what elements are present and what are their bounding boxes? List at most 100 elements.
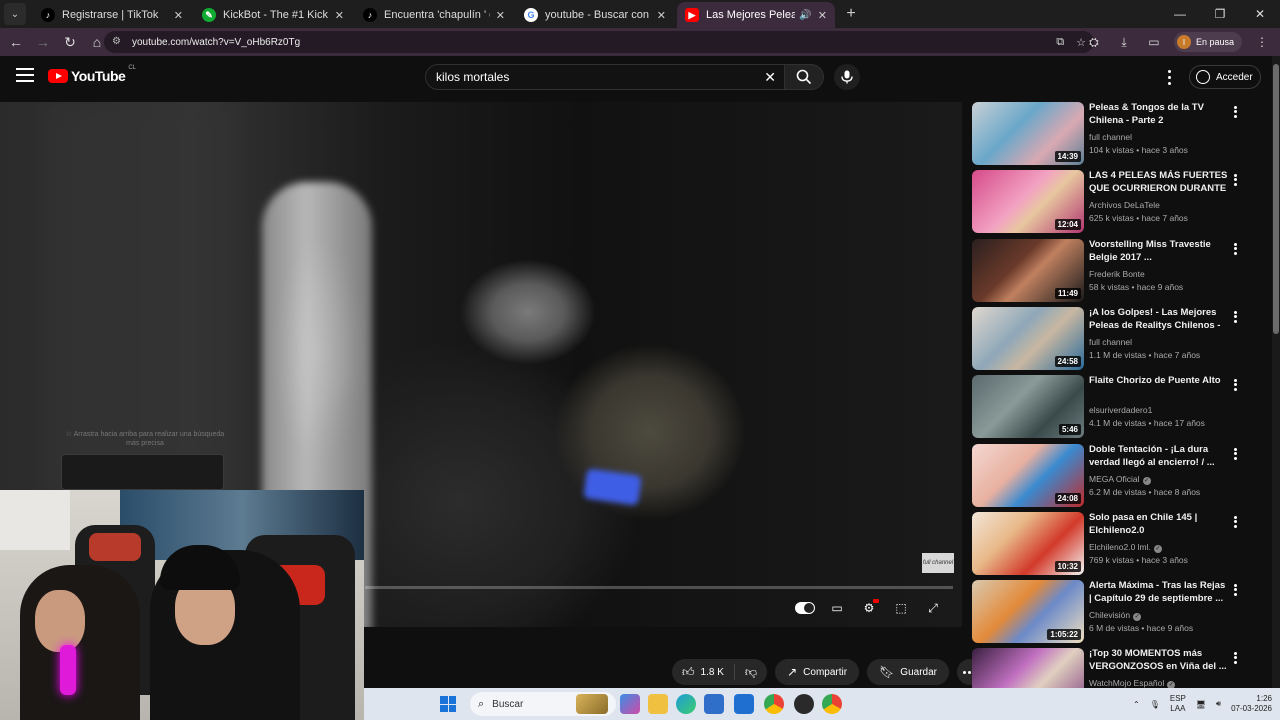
minimize-icon[interactable]: — bbox=[1160, 0, 1200, 28]
video-thumbnail[interactable] bbox=[972, 648, 1084, 690]
close-icon[interactable]: ✕ bbox=[818, 9, 827, 22]
video-title[interactable]: ¡A los Golpes! - Las Mejores Peleas de R… bbox=[1089, 307, 1229, 334]
share-button[interactable]: ↗ Compartir bbox=[775, 659, 860, 685]
cast-icon[interactable]: ⧉ bbox=[1056, 36, 1064, 49]
tab-2[interactable]: ♪ Encuentra 'chapulín ' en TikTok ✕ bbox=[355, 2, 513, 28]
close-icon[interactable]: ✕ bbox=[657, 9, 666, 22]
language-indicator[interactable]: ESP LAA bbox=[1170, 694, 1186, 713]
video-thumbnail[interactable]: 5:46 bbox=[972, 375, 1084, 438]
signin-button[interactable]: Acceder bbox=[1189, 65, 1261, 89]
more-options-icon[interactable] bbox=[1231, 242, 1239, 256]
channel-name[interactable]: full channel bbox=[1089, 337, 1132, 347]
recommendation-item[interactable]: 1:05:22 Alerta Máxima - Tras las Rejas | … bbox=[972, 580, 1262, 644]
video-title[interactable]: Alerta Máxima - Tras las Rejas | Capítul… bbox=[1089, 580, 1229, 606]
back-icon[interactable]: ← bbox=[4, 30, 28, 54]
volume-icon[interactable]: 🔊︎ bbox=[1216, 699, 1221, 709]
video-title[interactable]: ¡Top 30 MOMENTOS más VERGONZOSOS en Viña… bbox=[1089, 648, 1229, 674]
tab-1[interactable]: ✎ KickBot - The #1 Kick Bot for Cl ✕ bbox=[194, 2, 352, 28]
recommendation-item[interactable]: 12:04 LAS 4 PELEAS MÁS FUERTES QUE OCURRI… bbox=[972, 170, 1262, 234]
tab-4[interactable]: ▶ Las Mejores Peleas & Tongo 🔊 ✕ bbox=[677, 2, 835, 28]
chevron-up-icon[interactable]: ⌃ bbox=[1133, 700, 1140, 709]
recommendation-item[interactable]: 11:49 Voorstelling Miss Travestie Belgie … bbox=[972, 239, 1262, 303]
close-icon[interactable]: ✕ bbox=[335, 9, 344, 22]
fullscreen-icon[interactable]: ⤢ bbox=[923, 599, 943, 617]
recommendation-item[interactable]: 24:58 ¡A los Golpes! - Las Mejores Peleas… bbox=[972, 307, 1262, 371]
channel-name[interactable]: Frederik Bonte bbox=[1089, 269, 1145, 279]
theater-mode-icon[interactable]: ⬚ bbox=[891, 599, 911, 617]
recommendation-item[interactable]: 10:32 Solo pasa en Chile 145 | Elchileno2… bbox=[972, 512, 1262, 576]
video-thumbnail[interactable]: 10:32 bbox=[972, 512, 1084, 575]
progress-bar[interactable] bbox=[365, 586, 953, 589]
address-bar[interactable]: ⚙ youtube.com/watch?v=V_oHb6Rz0Tg ⧉ ☆ bbox=[104, 31, 1094, 53]
recommendation-item[interactable]: 24:08 Doble Tentación - ¡La dura verdad l… bbox=[972, 444, 1262, 508]
chrome-icon[interactable] bbox=[764, 694, 784, 714]
channel-name[interactable]: Chilevisión ✓ bbox=[1089, 610, 1142, 621]
more-options-icon[interactable] bbox=[1231, 173, 1239, 187]
video-title[interactable]: Peleas & Tongos de la TV Chilena - Parte… bbox=[1089, 102, 1229, 128]
subtitles-icon[interactable]: ▭ bbox=[827, 599, 847, 617]
channel-name[interactable]: Elchileno2.0 lml. ✓ bbox=[1089, 542, 1162, 553]
edge-icon[interactable] bbox=[676, 694, 696, 714]
copilot-icon[interactable] bbox=[620, 694, 640, 714]
new-tab-button[interactable]: + bbox=[839, 2, 863, 26]
recommendation-item[interactable]: 5:46 Flaite Chorizo de Puente Alto elsuriv… bbox=[972, 375, 1262, 439]
speaker-icon[interactable]: 🔊 bbox=[799, 10, 811, 21]
voice-search-button[interactable] bbox=[834, 64, 860, 90]
video-thumbnail[interactable]: 1:05:22 bbox=[972, 580, 1084, 643]
network-icon[interactable]: 🖥︎ bbox=[1196, 700, 1206, 709]
video-thumbnail[interactable]: 24:08 bbox=[972, 444, 1084, 507]
settings-more-icon[interactable] bbox=[1162, 68, 1176, 86]
search-input[interactable]: kilos mortales ✕ bbox=[425, 64, 785, 90]
chrome-profile-icon[interactable] bbox=[822, 694, 842, 714]
extensions-icon[interactable]: ⛭ bbox=[1084, 31, 1104, 53]
obs-icon[interactable] bbox=[794, 694, 814, 714]
forward-icon[interactable]: → bbox=[31, 30, 55, 54]
channel-name[interactable]: full channel bbox=[1089, 132, 1132, 142]
autoplay-toggle[interactable] bbox=[795, 599, 815, 617]
video-title[interactable]: Flaite Chorizo de Puente Alto bbox=[1089, 375, 1229, 388]
recommendation-item[interactable]: 14:39 Peleas & Tongos de la TV Chilena - … bbox=[972, 102, 1262, 166]
recommendation-item[interactable]: ¡Top 30 MOMENTOS más VERGONZOSOS en Viña… bbox=[972, 648, 1262, 690]
channel-name[interactable]: Archivos DeLaTele bbox=[1089, 200, 1160, 210]
more-options-icon[interactable] bbox=[1231, 310, 1239, 324]
dislike-button[interactable]: 👎︎ bbox=[735, 665, 767, 680]
tab-3[interactable]: G youtube - Buscar con Google ✕ bbox=[516, 2, 674, 28]
more-options-icon[interactable] bbox=[1231, 515, 1239, 529]
close-icon[interactable]: ✕ bbox=[496, 9, 505, 22]
video-thumbnail[interactable]: 11:49 bbox=[972, 239, 1084, 302]
page-scrollbar[interactable] bbox=[1272, 56, 1280, 688]
more-options-icon[interactable] bbox=[1231, 378, 1239, 392]
close-icon[interactable]: ✕ bbox=[174, 9, 183, 22]
video-title[interactable]: Solo pasa en Chile 145 | Elchileno2.0 bbox=[1089, 512, 1229, 538]
restore-icon[interactable]: ❐ bbox=[1200, 0, 1240, 28]
like-button[interactable]: 👍︎ 1.8 K bbox=[672, 664, 735, 680]
channel-name[interactable]: MEGA Oficial ✓ bbox=[1089, 474, 1151, 485]
more-options-icon[interactable] bbox=[1231, 105, 1239, 119]
video-thumbnail[interactable]: 12:04 bbox=[972, 170, 1084, 233]
search-button[interactable] bbox=[784, 64, 824, 90]
hamburger-menu-icon[interactable] bbox=[16, 68, 34, 82]
save-button[interactable]: 🔖︎ Guardar bbox=[867, 659, 949, 685]
close-window-icon[interactable]: ✕ bbox=[1240, 0, 1280, 28]
download-icon[interactable]: ⤓ bbox=[1114, 31, 1134, 53]
tab-0[interactable]: ♪ Registrarse | TikTok ✕ bbox=[33, 2, 191, 28]
more-options-icon[interactable] bbox=[1231, 651, 1239, 665]
video-title[interactable]: LAS 4 PELEAS MÁS FUERTES QUE OCURRIERON … bbox=[1089, 170, 1229, 197]
video-thumbnail[interactable]: 24:58 bbox=[972, 307, 1084, 370]
browser-menu-icon[interactable]: ⋮ bbox=[1252, 31, 1272, 53]
tab-search-button[interactable]: ⌄ bbox=[4, 3, 26, 25]
outlook-icon[interactable] bbox=[734, 694, 754, 714]
file-explorer-icon[interactable] bbox=[648, 694, 668, 714]
channel-name[interactable]: elsuriverdadero1 bbox=[1089, 405, 1152, 415]
store-icon[interactable] bbox=[704, 694, 724, 714]
video-title[interactable]: Doble Tentación - ¡La dura verdad llegó … bbox=[1089, 444, 1229, 470]
video-thumbnail[interactable]: 14:39 bbox=[972, 102, 1084, 165]
video-title[interactable]: Voorstelling Miss Travestie Belgie 2017 … bbox=[1089, 239, 1229, 265]
microphone-tray-icon[interactable]: 🎙︎ bbox=[1150, 700, 1160, 709]
profile-button[interactable]: I En pausa bbox=[1173, 32, 1242, 52]
reload-icon[interactable]: ↻ bbox=[58, 30, 82, 54]
site-info-icon[interactable]: ⚙ bbox=[112, 36, 124, 48]
widgets-app-icon[interactable] bbox=[576, 694, 608, 714]
windows-start-icon[interactable] bbox=[440, 696, 456, 712]
clear-search-icon[interactable]: ✕ bbox=[764, 69, 776, 86]
